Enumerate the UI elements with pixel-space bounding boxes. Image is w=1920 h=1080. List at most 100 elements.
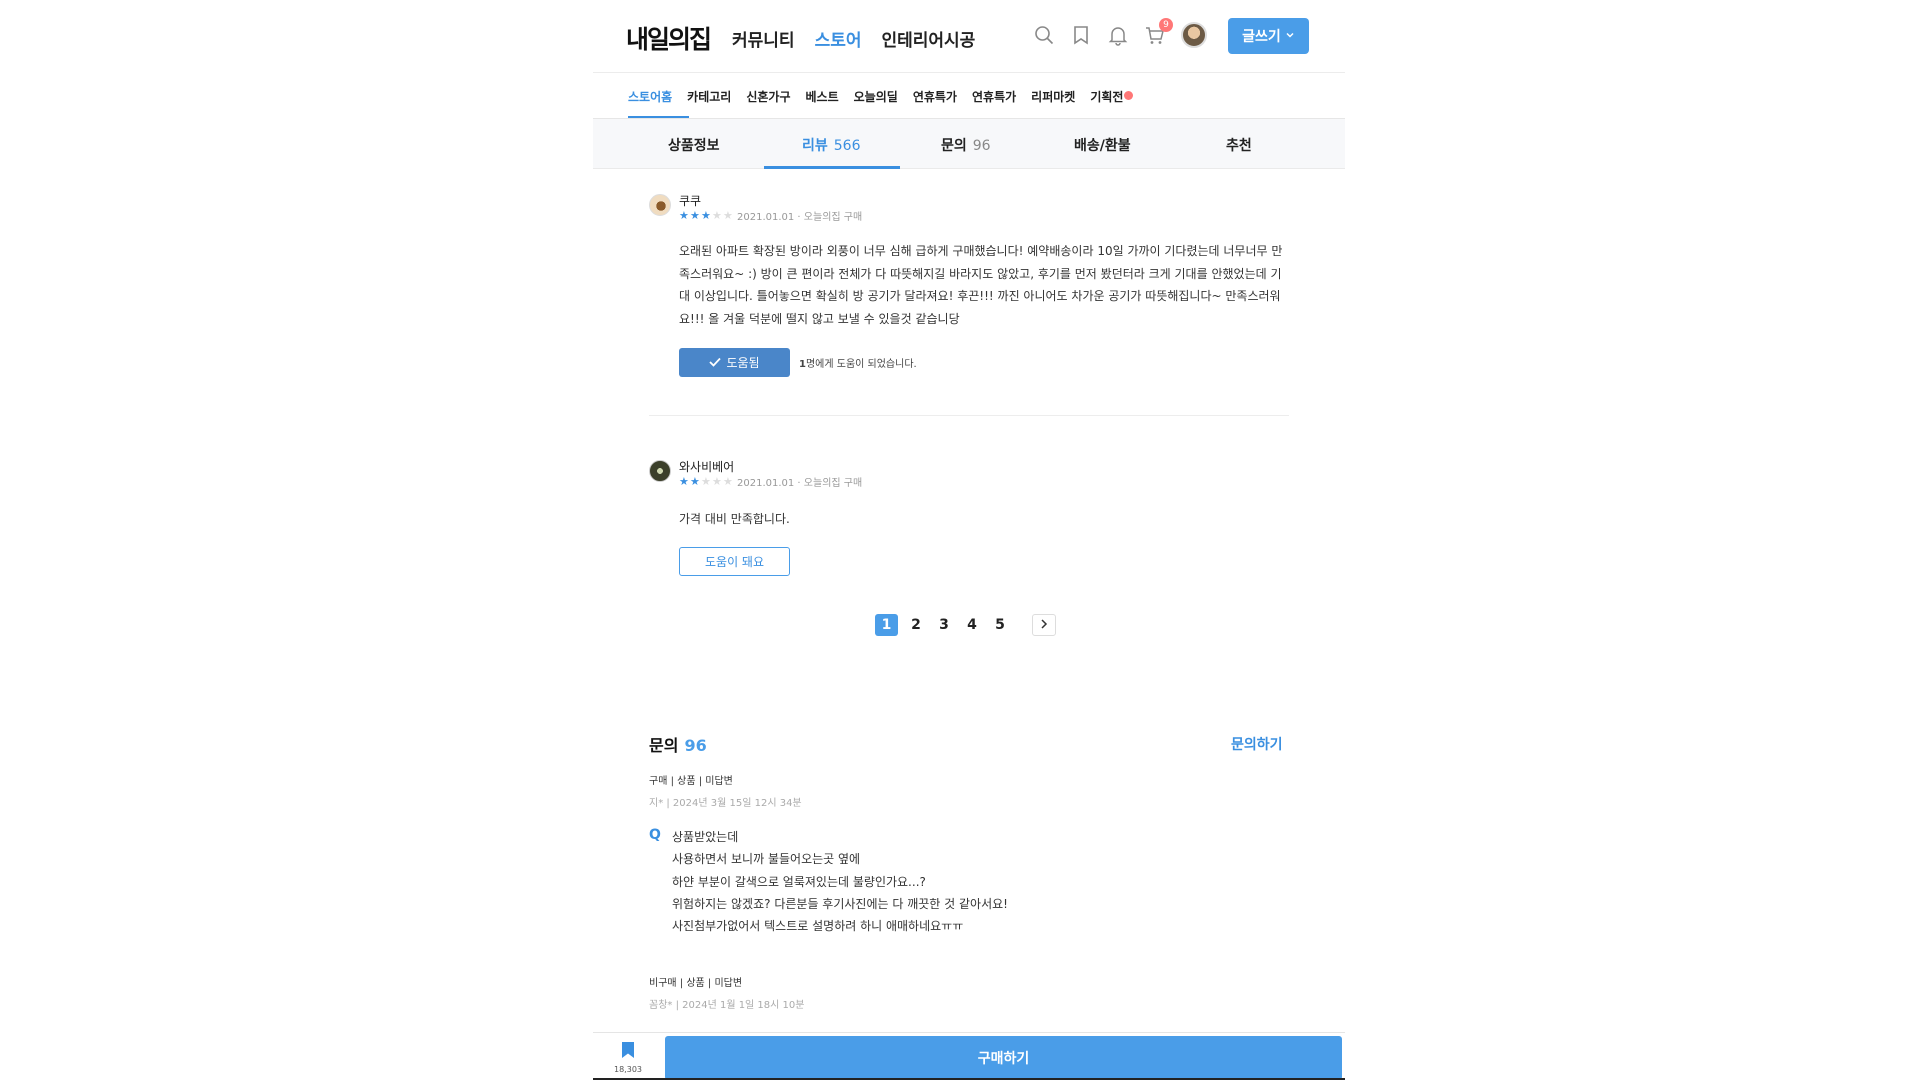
pagination: 1 2 3 4 5 [875, 614, 1056, 636]
star-empty-icon: ★ [701, 474, 711, 488]
question-line: 하얀 부분이 갈색으로 얼룩져있는데 불량인가요...? [672, 874, 926, 889]
product-tabs: 상품정보 리뷰 566 문의 96 배송/환불 추천 [593, 119, 1345, 169]
subnav-item-exhibition[interactable]: 기획전 [1090, 88, 1134, 105]
star-filled-icon: ★ [679, 474, 689, 488]
buy-button[interactable]: 구매하기 [665, 1036, 1342, 1080]
star-empty-icon: ★ [723, 474, 733, 488]
tab-active-underline [764, 166, 900, 169]
star-empty-icon: ★ [723, 208, 733, 222]
question-line: 위험하지는 않겠죠? 다른분들 후기사진에는 다 깨끗한 것 같아서요! [672, 896, 1008, 911]
question-line: 사진첨부가없어서 텍스트로 설명하려 하니 애매하네요ㅠㅠ [672, 919, 964, 934]
review-date: 2021.01.01 · 오늘의집 구매 [737, 478, 863, 489]
next-page-button[interactable] [1032, 614, 1056, 636]
write-button-label: 글쓰기 [1242, 29, 1281, 45]
rating-stars: ★ ★ ★ ★ ★ [679, 474, 733, 488]
avatar[interactable] [1181, 22, 1207, 48]
star-filled-icon: ★ [690, 474, 700, 488]
tab-label: 추천 [1226, 138, 1252, 154]
subnav-item-newlywed[interactable]: 신혼가구 [746, 88, 790, 105]
review-meta: ★ ★ ★ ★ ★ 2021.01.01 · 오늘의집 구매 [679, 474, 863, 490]
cart-badge: 9 [1159, 18, 1173, 32]
star-filled-icon: ★ [701, 208, 711, 222]
qa-tags: 비구매 | 상품 | 미답변 [649, 978, 743, 989]
chevron-right-icon [1040, 618, 1048, 632]
qa-tags: 구매 | 상품 | 미답변 [649, 776, 733, 787]
bookmark-count: 18,303 [614, 1064, 642, 1074]
tab-label: 문의 [941, 138, 967, 154]
subnav-active-underline [628, 116, 689, 118]
review-meta: ★ ★ ★ ★ ★ 2021.01.01 · 오늘의집 구매 [679, 208, 863, 224]
bell-icon[interactable] [1107, 24, 1129, 46]
helpful-suffix: 명에게 도움이 되었습니다. [805, 359, 917, 370]
review-author[interactable]: 와사비베어 [679, 458, 734, 475]
store-subnav: 스토어홈 카테고리 신혼가구 베스트 오늘의딜 연휴특가 연휴특가 리퍼마켓 기… [593, 73, 1345, 119]
check-icon [709, 356, 722, 370]
review-body: 오래된 아파트 확장된 방이라 외풍이 너무 심해 급하게 구매했습니다! 예약… [679, 244, 1283, 326]
page-button[interactable]: 4 [962, 614, 982, 636]
star-empty-icon: ★ [712, 208, 722, 222]
write-inquiry-link[interactable]: 문의하기 [1231, 734, 1283, 754]
bookmark-button[interactable]: 18,303 [593, 1033, 663, 1080]
avatar[interactable] [649, 194, 671, 216]
helpful-button-label: 도움됨 [726, 356, 760, 370]
global-header: 내일의집 커뮤니티 스토어 인테리어시공 9 글쓰기 [593, 0, 1345, 73]
subnav-item-exhibition-label: 기획전 [1090, 90, 1124, 104]
tab-reviews[interactable]: 리뷰 566 [802, 135, 861, 155]
review-body: 가격 대비 만족합니다. [679, 512, 790, 526]
tab-label: 배송/환불 [1074, 138, 1131, 154]
main-nav: 커뮤니티 스토어 인테리어시공 [732, 26, 975, 51]
star-filled-icon: ★ [690, 208, 700, 222]
new-dot-icon [1124, 91, 1134, 100]
page-button[interactable]: 3 [934, 614, 954, 636]
qa-title: 문의 96 [649, 732, 707, 756]
tab-inquiry[interactable]: 문의 96 [941, 135, 991, 155]
subnav-item-holiday-sale[interactable]: 연휴특가 [913, 88, 957, 105]
review-divider [649, 415, 1289, 416]
chevron-down-icon [1285, 28, 1295, 44]
page-button[interactable]: 5 [990, 614, 1010, 636]
subnav-item-store-home[interactable]: 스토어홈 [628, 88, 672, 105]
helpful-count-text: 1명에게 도움이 되었습니다. [799, 355, 917, 370]
question-line: 상품받았는데 [672, 830, 739, 844]
star-filled-icon: ★ [679, 208, 689, 222]
tab-count: 566 [833, 138, 861, 154]
header-icons: 9 [1033, 18, 1207, 48]
helpful-button[interactable]: 도움됨 [679, 348, 790, 377]
qa-author: 지* | 2024년 3월 15일 12시 34분 [649, 798, 802, 809]
avatar[interactable] [649, 460, 671, 482]
subnav-item-best[interactable]: 베스트 [806, 88, 839, 105]
write-button[interactable]: 글쓰기 [1228, 18, 1309, 54]
nav-store[interactable]: 스토어 [815, 26, 862, 51]
review-date: 2021.01.01 · 오늘의집 구매 [737, 212, 863, 223]
qa-count: 96 [684, 736, 707, 755]
bookmark-icon [620, 1041, 636, 1063]
bottom-action-bar: 18,303 구매하기 [593, 1032, 1345, 1080]
tab-shipping[interactable]: 배송/환불 [1074, 135, 1131, 155]
review-author[interactable]: 쿠쿠 [679, 192, 701, 209]
subnav-item-holiday-sale-2[interactable]: 연휴특가 [972, 88, 1016, 105]
subnav-item-category[interactable]: 카테고리 [687, 88, 731, 105]
tab-label: 상품정보 [668, 138, 720, 154]
search-icon[interactable] [1033, 24, 1055, 46]
cart-icon[interactable]: 9 [1144, 18, 1173, 46]
tab-label: 리뷰 [802, 138, 828, 154]
helpful-count: 1 [799, 359, 806, 370]
subnav-item-todays-deal[interactable]: 오늘의딜 [854, 88, 898, 105]
nav-community[interactable]: 커뮤니티 [732, 26, 795, 51]
page-frame: 내일의집 커뮤니티 스토어 인테리어시공 9 글쓰기 스토어홈 카테고리 신혼가… [593, 0, 1345, 1080]
subnav-item-refurb[interactable]: 리퍼마켓 [1031, 88, 1075, 105]
tab-recommend[interactable]: 추천 [1226, 135, 1252, 155]
star-empty-icon: ★ [712, 474, 722, 488]
question-line: 사용하면서 보니까 불들어오는곳 옆에 [672, 852, 861, 867]
nav-interior[interactable]: 인테리어시공 [881, 26, 975, 51]
qa-title-label: 문의 [649, 736, 679, 755]
question-mark: Q [649, 827, 661, 843]
logo[interactable]: 내일의집 [626, 20, 712, 56]
rating-stars: ★ ★ ★ ★ ★ [679, 208, 733, 222]
helpful-button[interactable]: 도움이 돼요 [679, 547, 790, 576]
tab-count: 96 [972, 138, 991, 154]
tab-product-info[interactable]: 상품정보 [668, 135, 720, 155]
page-button[interactable]: 1 [875, 614, 898, 636]
page-button[interactable]: 2 [906, 614, 926, 636]
bookmark-icon[interactable] [1070, 24, 1092, 46]
